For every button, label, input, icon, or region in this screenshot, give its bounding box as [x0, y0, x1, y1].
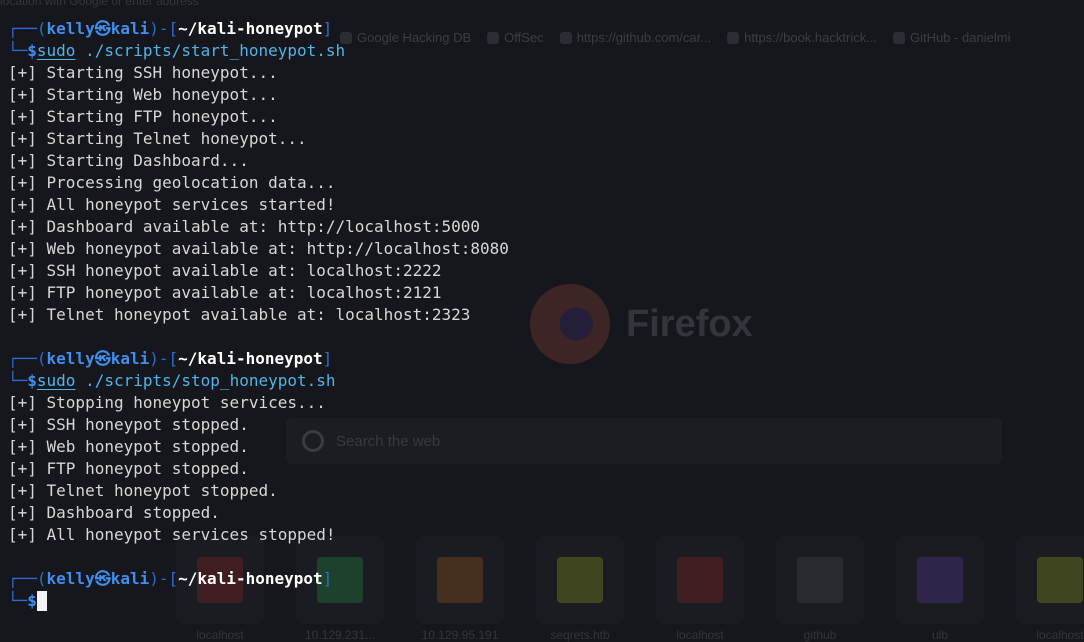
command-args: ./scripts/start_honeypot.sh	[75, 41, 346, 60]
bookmark-label: GitHub - danielmi	[910, 30, 1011, 45]
prompt-username: kelly	[46, 569, 95, 588]
output-line: [+] SSH honeypot stopped.	[8, 415, 249, 434]
output-line: [+] FTP honeypot stopped.	[8, 459, 249, 478]
output-line: [+] All honeypot services stopped!	[8, 525, 336, 544]
top-site-label: localhost	[676, 628, 724, 642]
prompt-close-bracket: ]	[322, 349, 333, 368]
top-site-label: localhost	[196, 628, 244, 642]
prompt-path: ~/kali-honeypot	[178, 569, 323, 588]
bookmark-item: https://github.com/car...	[559, 30, 712, 45]
prompt-dollar-sign: $	[27, 591, 37, 610]
output-line: [+] Processing geolocation data...	[8, 173, 336, 192]
output-line: [+] Dashboard available at: http://local…	[8, 217, 481, 236]
top-site-tile: github	[776, 536, 864, 642]
prompt-separator: )-[	[149, 349, 179, 368]
site-favicon-icon	[797, 557, 843, 603]
prompt-separator: )-[	[149, 19, 179, 38]
kali-skull-icon: ㉿	[94, 349, 111, 368]
prompt-header-line: ┌──(kelly ㉿ kali)-[~/kali-honeypot]	[8, 568, 509, 590]
bookmark-label: OffSec	[504, 30, 544, 45]
kali-skull-icon: ㉿	[94, 19, 111, 38]
bookmark-label: https://github.com/car...	[576, 30, 712, 45]
prompt-username: kelly	[46, 19, 95, 38]
site-favicon-icon	[1037, 557, 1083, 603]
output-line: [+] Telnet honeypot stopped.	[8, 481, 278, 500]
prompt-close-bracket: ]	[322, 569, 333, 588]
prompt-box-corner: └─	[8, 371, 28, 390]
prompt-command-line: └─ $	[8, 590, 509, 612]
text-cursor[interactable]	[36, 591, 47, 611]
output-line: [+] Dashboard stopped.	[8, 503, 220, 522]
bookmark-favicon-icon	[559, 31, 572, 44]
prompt-path: ~/kali-honeypot	[178, 19, 323, 38]
top-site-label: localhost	[1036, 628, 1084, 642]
prompt-dollar-sign: $	[27, 41, 37, 60]
prompt-header-line: ┌──(kelly ㉿ kali)-[~/kali-honeypot]	[8, 348, 509, 370]
kali-skull-icon: ㉿	[94, 569, 111, 588]
command-name: sudo	[36, 41, 76, 60]
bookmark-favicon-icon	[893, 31, 906, 44]
bookmark-item: GitHub - danielmi	[893, 30, 1010, 45]
output-line: [+] Telnet honeypot available at: localh…	[8, 305, 471, 324]
output-line: [+] FTP honeypot available at: localhost…	[8, 283, 442, 302]
prompt-box-corner: └─	[8, 591, 28, 610]
output-line: [+] Starting SSH honeypot...	[8, 63, 278, 82]
top-site-tile: seqrets.htb	[536, 536, 624, 642]
top-site-label: 10.129.231...	[304, 628, 376, 642]
prompt-header-line: ┌──(kelly ㉿ kali)-[~/kali-honeypot]	[8, 18, 509, 40]
prompt-command-line: └─ $ sudo ./scripts/stop_honeypot.sh	[8, 370, 509, 392]
prompt-close-bracket: ]	[322, 19, 333, 38]
output-line: [+] Starting Dashboard...	[8, 151, 249, 170]
output-line: [+] Web honeypot stopped.	[8, 437, 249, 456]
bookmark-favicon-icon	[727, 31, 740, 44]
terminal-output[interactable]: ┌──(kelly ㉿ kali)-[~/kali-honeypot] └─ $ sud…	[8, 18, 509, 612]
output-line: [+] All honeypot services started!	[8, 195, 336, 214]
output-line: [+] Stopping honeypot services...	[8, 393, 326, 412]
top-site-tile: localhost	[656, 536, 744, 642]
bookmark-item: https://book.hacktrick...	[727, 30, 877, 45]
prompt-hostname: kali	[110, 569, 150, 588]
prompt-box-corner: ┌──(	[8, 19, 47, 38]
top-site-label: ulb	[931, 628, 948, 642]
command-name: sudo	[36, 371, 76, 390]
prompt-box-corner: ┌──(	[8, 569, 47, 588]
top-site-label: 10.129.95.191	[421, 628, 499, 642]
firefox-logo-icon	[530, 284, 610, 364]
prompt-path: ~/kali-honeypot	[178, 349, 323, 368]
output-line: [+] Starting FTP honeypot...	[8, 107, 278, 126]
firefox-brand-text: Firefox	[626, 303, 753, 345]
top-site-label: seqrets.htb	[550, 628, 610, 642]
output-line: [+] Starting Web honeypot...	[8, 85, 278, 104]
top-site-tile: ulb	[896, 536, 984, 642]
prompt-box-corner: └─	[8, 41, 28, 60]
output-line: [+] Starting Telnet honeypot...	[8, 129, 307, 148]
site-favicon-icon	[557, 557, 603, 603]
bookmark-label: https://book.hacktrick...	[744, 30, 878, 45]
top-site-label: github	[803, 628, 837, 642]
prompt-dollar-sign: $	[27, 371, 37, 390]
prompt-separator: )-[	[149, 569, 179, 588]
prompt-username: kelly	[46, 349, 95, 368]
prompt-hostname: kali	[110, 349, 150, 368]
top-site-tile: localhost	[1016, 536, 1084, 642]
output-line: [+] Web honeypot available at: http://lo…	[8, 239, 509, 258]
address-bar-hint: location with Google or enter address	[0, 0, 199, 8]
site-favicon-icon	[917, 557, 963, 603]
site-favicon-icon	[677, 557, 723, 603]
prompt-hostname: kali	[110, 19, 150, 38]
prompt-box-corner: ┌──(	[8, 349, 47, 368]
command-args: ./scripts/stop_honeypot.sh	[75, 371, 336, 390]
output-line: [+] SSH honeypot available at: localhost…	[8, 261, 442, 280]
prompt-command-line: └─ $ sudo ./scripts/start_honeypot.sh	[8, 40, 509, 62]
